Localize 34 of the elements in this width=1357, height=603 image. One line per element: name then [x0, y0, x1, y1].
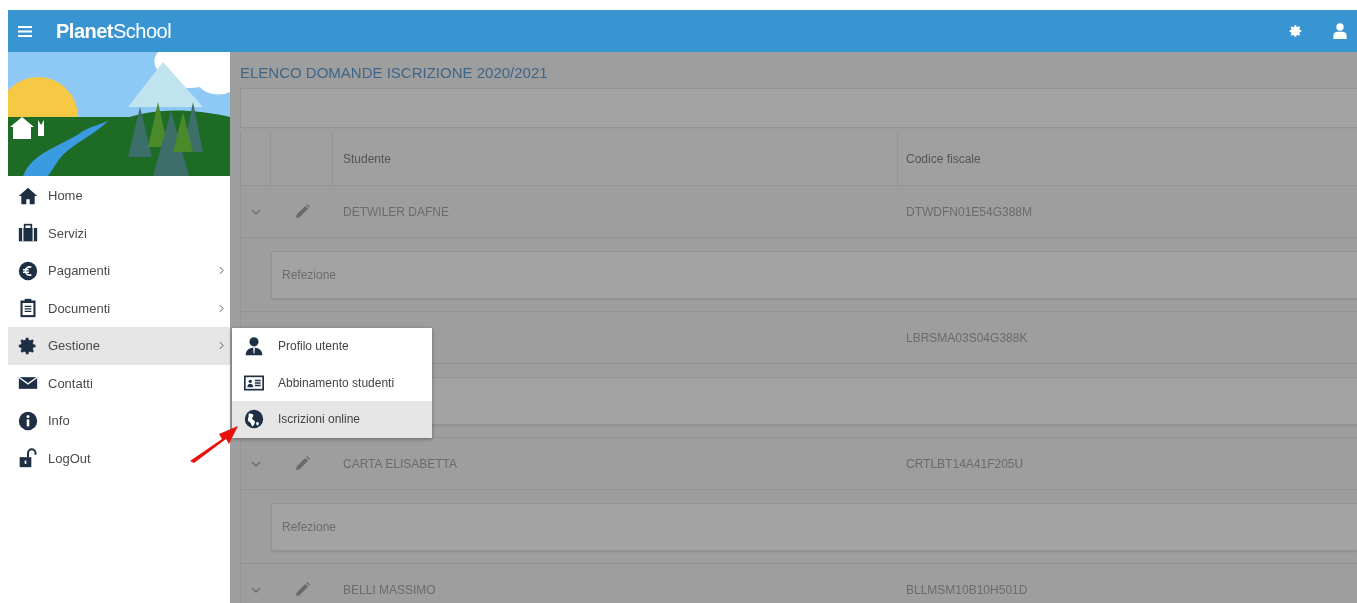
sidebar-item[interactable]: Info: [8, 402, 230, 440]
sidebar-item[interactable]: Home: [8, 177, 230, 215]
globe-icon: [244, 409, 264, 430]
page-title: ELENCO DOMANDE ISCRIZIONE 2020/2021: [240, 63, 549, 83]
sidebar-item[interactable]: Contatti: [8, 364, 230, 402]
padlock-icon: [18, 448, 38, 469]
sidebar-item[interactable]: Documenti: [8, 289, 230, 327]
clipboard-icon: [18, 298, 38, 319]
person-icon: [244, 336, 264, 357]
settings-icon: [18, 335, 38, 356]
briefcase-icon: [18, 223, 38, 244]
euro-icon: [18, 260, 38, 281]
pencil-icon[interactable]: [294, 456, 310, 471]
sidebar-item[interactable]: Servizi: [8, 214, 230, 252]
sidebar-item[interactable]: LogOut: [8, 439, 230, 477]
service-label: Refezione: [282, 520, 337, 534]
submenu-item[interactable]: Abbinamento studenti: [232, 364, 432, 401]
pencil-icon[interactable]: [294, 204, 310, 219]
sidebar-item[interactable]: Gestione: [8, 327, 230, 365]
app-logo: PlanetSchool: [56, 19, 172, 43]
chevron-down-icon[interactable]: [251, 586, 261, 593]
home-icon: [18, 185, 38, 206]
submenu-item[interactable]: Profilo utente: [232, 328, 432, 365]
user-icon[interactable]: [1333, 23, 1347, 39]
service-label: Refezione: [282, 268, 337, 282]
sidebar-item[interactable]: Pagamenti: [8, 252, 230, 290]
submenu-item[interactable]: Iscrizioni online: [232, 401, 432, 438]
chevron-down-icon[interactable]: [251, 208, 261, 215]
pencil-icon[interactable]: [294, 582, 310, 597]
menu-icon[interactable]: [18, 25, 32, 37]
info-icon: [18, 410, 38, 431]
pointer-arrow: [188, 424, 240, 464]
settings-icon[interactable]: [1289, 24, 1303, 38]
chevron-down-icon[interactable]: [251, 460, 261, 467]
